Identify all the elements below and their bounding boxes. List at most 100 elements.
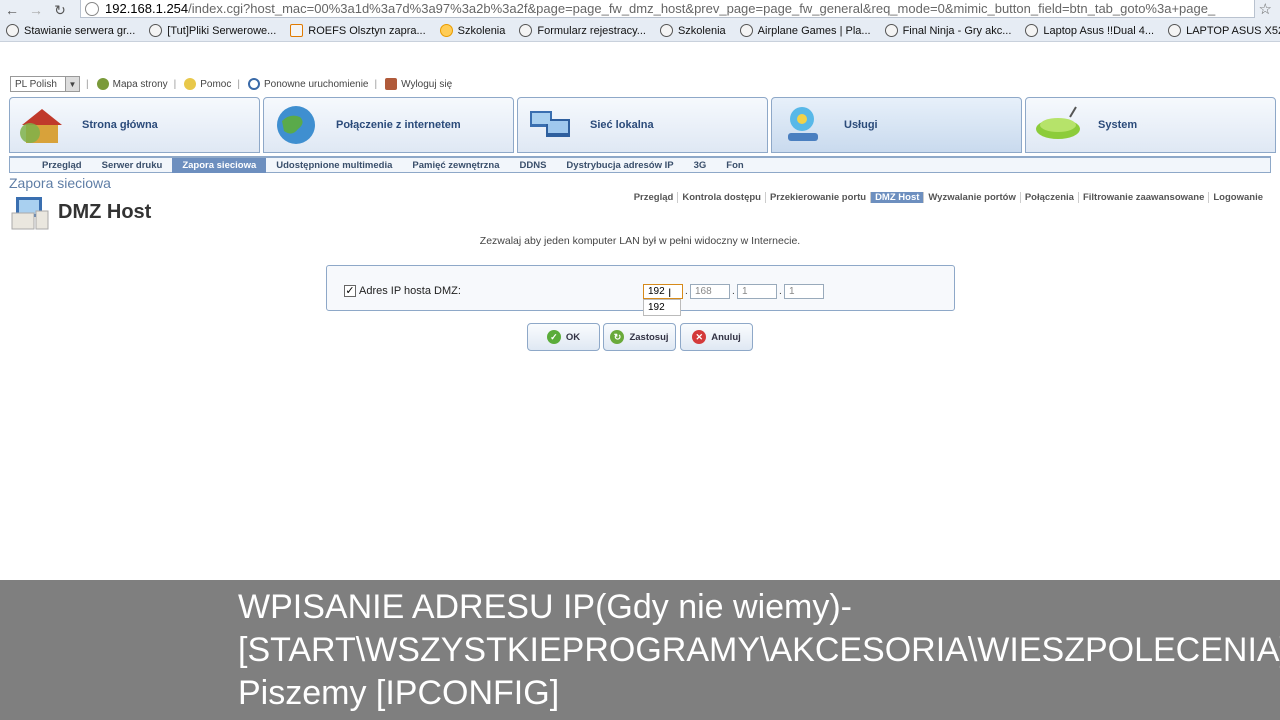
help-icon <box>184 78 197 90</box>
text-cursor-icon: I <box>668 286 672 300</box>
roefs-icon <box>290 24 304 37</box>
bookmark-item[interactable]: Airplane Games | Pla... <box>739 24 871 37</box>
forward-icon[interactable]: → <box>24 0 48 20</box>
tab-home[interactable]: Strona główna <box>9 97 260 153</box>
link-access-control[interactable]: Kontrola dostępu <box>678 192 766 203</box>
star-icon[interactable]: ☆ <box>1259 0 1272 18</box>
globe-icon <box>6 24 19 37</box>
globe-icon <box>884 24 898 37</box>
ip-octet-2[interactable] <box>690 284 730 299</box>
page-root: ← → ↻ 192.168.1.254 /index.cgi?host_mac=… <box>0 0 1280 720</box>
dmz-host-icon <box>11 197 49 230</box>
bookmark-item[interactable]: ROEFS Olsztyn zapra... <box>290 24 426 37</box>
main-tabs: Strona główna Połączenie z internetem Si… <box>9 97 1276 153</box>
divider: | <box>374 78 378 90</box>
check-icon: ✓ <box>546 330 561 344</box>
dmz-form-panel: ✓ Adres IP hosta DMZ: . . . <box>326 265 955 311</box>
subtab-fon[interactable]: Fon <box>716 158 753 173</box>
language-value: PL Polish <box>15 78 57 90</box>
link-logging[interactable]: Logowanie <box>1209 192 1267 203</box>
power-icon <box>247 78 260 90</box>
link-port-triggering[interactable]: Wyzwalanie portów <box>924 192 1021 203</box>
subtab-overview[interactable]: Przegląd <box>32 158 92 173</box>
url-path: /index.cgi?host_mac=00%3a1d%3a7d%3a97%3a… <box>188 1 1216 16</box>
globe-icon <box>149 24 163 37</box>
bookmark-item[interactable]: Szkolenia <box>439 24 505 37</box>
chevron-down-icon: ▼ <box>65 77 79 91</box>
router-topline: PL Polish ▼ | Mapa strony | Pomoc | Pono… <box>10 76 452 92</box>
globe-icon <box>739 24 753 37</box>
link-overview[interactable]: Przegląd <box>630 192 679 203</box>
subtab-3g[interactable]: 3G <box>684 158 717 173</box>
link-port-forwarding[interactable]: Przekierowanie portu <box>766 192 872 203</box>
subtab-firewall[interactable]: Zapora sieciowa <box>172 157 267 173</box>
house-icon <box>20 109 62 143</box>
dmz-checkbox[interactable]: ✓ <box>344 285 356 297</box>
link-connections[interactable]: Połączenia <box>1021 192 1079 203</box>
bookmark-item[interactable]: [Tut]Pliki Serwerowe... <box>149 24 276 37</box>
bookmarks-bar: Stawianie serwera gr... [Tut]Pliki Serwe… <box>0 20 1280 42</box>
autocomplete-suggestion[interactable]: 192 <box>643 299 681 316</box>
ok-button[interactable]: ✓ OK <box>527 323 600 351</box>
sitemap-link[interactable]: Mapa strony <box>96 78 168 90</box>
cancel-button[interactable]: ✕ Anuluj <box>680 323 753 351</box>
cancel-icon: ✕ <box>692 330 707 344</box>
subtab-media-sharing[interactable]: Udostępnione multimedia <box>266 158 402 173</box>
restart-link[interactable]: Ponowne uruchomienie <box>247 78 369 90</box>
link-dmz-host[interactable]: DMZ Host <box>871 192 925 203</box>
router-icon <box>1036 106 1080 139</box>
shield-icon <box>439 24 453 37</box>
ip-octet-3[interactable] <box>737 284 777 299</box>
globe-icon <box>519 24 533 37</box>
logout-icon <box>385 78 398 90</box>
tab-services[interactable]: Usługi <box>771 97 1022 153</box>
bookmark-item[interactable]: Laptop Asus !!Dual 4... <box>1025 24 1154 37</box>
subtab-print-server[interactable]: Serwer druku <box>92 158 173 173</box>
back-icon[interactable]: ← <box>0 0 24 20</box>
bookmark-item[interactable]: Formularz rejestracy... <box>519 24 646 37</box>
ip-octet-4[interactable] <box>784 284 824 299</box>
video-caption: WPISANIE ADRESU IP(Gdy nie wiemy)-[START… <box>0 580 1280 720</box>
bookmark-item[interactable]: LAPTOP ASUS X52JE... <box>1168 24 1280 37</box>
page-title: DMZ Host <box>58 200 152 223</box>
url-host: 192.168.1.254 <box>105 1 189 16</box>
bookmark-item[interactable]: Szkolenia <box>659 24 726 37</box>
subtab-external-storage[interactable]: Pamięć zewnętrzna <box>402 158 509 173</box>
page-title-block: DMZ Host <box>10 193 151 231</box>
ip-octet-1[interactable] <box>643 284 683 299</box>
ip-dot: . <box>779 286 782 297</box>
divider: | <box>237 78 240 90</box>
divider: | <box>86 78 89 90</box>
globe-icon <box>659 24 673 37</box>
computers-icon <box>530 111 570 137</box>
section-title: Zapora sieciowa <box>9 175 111 191</box>
subtab-ip-distribution[interactable]: Dystrybucja adresów IP <box>556 158 683 173</box>
dmz-label: Adres IP hosta DMZ: <box>359 285 461 297</box>
tab-internet[interactable]: Połączenie z internetem <box>263 97 514 153</box>
bookmark-item[interactable]: Final Ninja - Gry akc... <box>884 24 1011 37</box>
apply-button[interactable]: ↻ Zastosuj <box>603 323 676 351</box>
address-bar[interactable]: 192.168.1.254 /index.cgi?host_mac=00%3a1… <box>80 0 1255 18</box>
sitemap-icon <box>96 78 109 90</box>
tab-lan[interactable]: Sieć lokalna <box>517 97 768 153</box>
globe-icon <box>277 106 315 144</box>
language-select[interactable]: PL Polish ▼ <box>10 76 80 92</box>
services-icon <box>788 107 818 141</box>
globe-icon <box>1025 24 1039 37</box>
caption-text: WPISANIE ADRESU IP(Gdy nie wiemy)-[START… <box>238 588 1280 712</box>
apply-icon: ↻ <box>610 330 625 344</box>
bookmark-item[interactable]: Stawianie serwera gr... <box>6 24 135 37</box>
link-advanced-filtering[interactable]: Filtrowanie zaawansowane <box>1079 192 1210 203</box>
subtab-ddns[interactable]: DDNS <box>510 158 557 173</box>
reload-icon[interactable]: ↻ <box>48 0 72 20</box>
logout-link[interactable]: Wyloguj się <box>385 78 452 90</box>
globe-icon <box>1168 24 1182 37</box>
page-icon <box>85 1 99 16</box>
divider: | <box>173 78 177 90</box>
sub-tabs: Przegląd Serwer druku Zapora sieciowa Ud… <box>9 156 1271 173</box>
browser-toolbar: ← → ↻ 192.168.1.254 /index.cgi?host_mac=… <box>0 0 1280 20</box>
tab-system[interactable]: System <box>1025 97 1276 153</box>
firewall-links: Przegląd Kontrola dostępu Przekierowanie… <box>630 192 1267 203</box>
ip-dot: . <box>685 286 688 297</box>
help-link[interactable]: Pomoc <box>184 78 231 90</box>
